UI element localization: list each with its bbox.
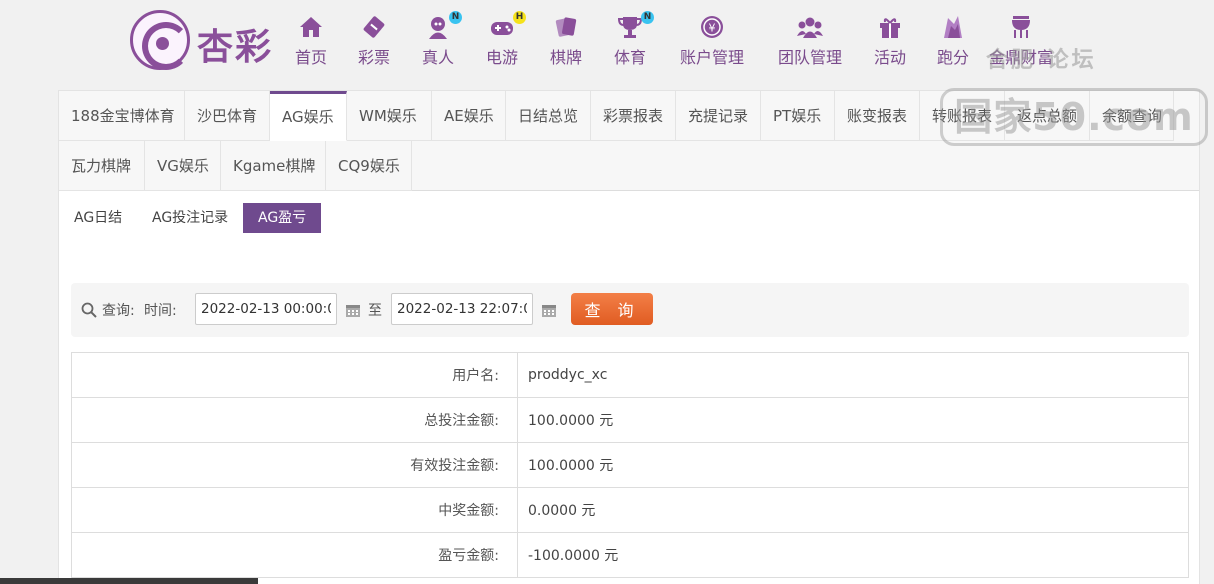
query-label: 查询: (102, 303, 135, 319)
nav-item-account[interactable]: ¥ 账户管理 (677, 12, 747, 70)
nav-item-jinding-wealth[interactable]: 金鼎财富 (987, 12, 1055, 70)
hot-badge: H (513, 11, 526, 24)
tab-transfer-report[interactable]: 转账报表 (920, 91, 1005, 141)
running-figure-icon (940, 14, 966, 40)
gift-icon (877, 14, 903, 40)
table-row: 总投注金额: 100.0000 元 (71, 397, 1189, 443)
new-badge: N (449, 11, 462, 24)
row-label: 有效投注金额: (71, 442, 518, 488)
calendar-icon[interactable] (345, 302, 361, 318)
nav-label: 金鼎财富 (988, 48, 1053, 67)
profit-loss-table: 用户名: proddyc_xc 总投注金额: 100.0000 元 有效投注金额… (71, 352, 1189, 578)
table-row: 盈亏金额: -100.0000 元 (71, 532, 1189, 578)
row-value: 0.0000 元 (517, 487, 1189, 533)
platform-tabs: 188金宝博体育 沙巴体育 AG娱乐 WM娱乐 AE娱乐 日结总览 彩票报表 充… (59, 91, 1199, 191)
nav-label: 体育 (613, 48, 646, 67)
nav-item-live[interactable]: N 真人 (421, 11, 462, 70)
tab-cq9-entertainment[interactable]: CQ9娱乐 (326, 141, 412, 191)
svg-text:¥: ¥ (709, 22, 716, 35)
trophy-icon: N (617, 11, 654, 40)
row-value: proddyc_xc (517, 352, 1189, 398)
taskbar-fragment (0, 578, 258, 584)
subtab-ag-bet-records[interactable]: AG投注记录 (149, 203, 231, 233)
row-label: 用户名: (71, 352, 518, 398)
table-row: 有效投注金额: 100.0000 元 (71, 442, 1189, 488)
row-value: -100.0000 元 (517, 532, 1189, 578)
cards-icon (553, 14, 579, 40)
nav-label: 电游 (485, 48, 518, 67)
search-icon (81, 302, 97, 318)
yen-coin-icon: ¥ (699, 14, 725, 40)
nav-label: 账户管理 (679, 48, 744, 67)
tab-saba-sports[interactable]: 沙巴体育 (185, 91, 270, 141)
table-row: 中奖金额: 0.0000 元 (71, 487, 1189, 533)
tripod-cauldron-icon (1008, 14, 1034, 40)
nav-item-promotions[interactable]: 活动 (873, 12, 907, 70)
subtab-ag-profit-loss[interactable]: AG盈亏 (243, 203, 322, 233)
tab-ag-entertainment[interactable]: AG娱乐 (270, 91, 347, 141)
site-logo[interactable]: 杏彩 (130, 10, 290, 70)
tab-rebate-total[interactable]: 返点总额 (1005, 91, 1090, 141)
logo-text: 杏彩 (197, 26, 274, 68)
new-badge: N (641, 11, 654, 24)
nav-label: 首页 (294, 48, 327, 67)
nav-item-sports[interactable]: N 体育 (613, 11, 654, 70)
row-value: 100.0000 元 (517, 442, 1189, 488)
to-label: 至 (368, 303, 382, 319)
nav-item-home[interactable]: 首页 (294, 12, 328, 70)
time-label: 时间: (144, 303, 177, 319)
tab-pt-entertainment[interactable]: PT娱乐 (761, 91, 835, 141)
logo-emblem-icon (130, 10, 190, 70)
team-icon (797, 14, 823, 40)
nav-label: 跑分 (936, 48, 969, 67)
tab-lottery-report[interactable]: 彩票报表 (591, 91, 676, 141)
tab-wm-entertainment[interactable]: WM娱乐 (347, 91, 432, 141)
row-value: 100.0000 元 (517, 397, 1189, 443)
nav-item-lottery[interactable]: 彩票 (357, 12, 391, 70)
start-date-input[interactable] (195, 293, 337, 325)
tab-wali-chess[interactable]: 瓦力棋牌 (59, 141, 145, 191)
report-panel: 188金宝博体育 沙巴体育 AG娱乐 WM娱乐 AE娱乐 日结总览 彩票报表 充… (58, 90, 1200, 584)
row-label: 中奖金额: (71, 487, 518, 533)
nav-label: 棋牌 (549, 48, 582, 67)
row-label: 盈亏金额: (71, 532, 518, 578)
live-dealer-icon: N (425, 11, 462, 40)
tab-ae-entertainment[interactable]: AE娱乐 (432, 91, 506, 141)
tab-kgame-chess[interactable]: Kgame棋牌 (221, 141, 326, 191)
query-button[interactable]: 查 询 (571, 293, 653, 325)
home-icon (298, 14, 324, 40)
tab-balance-query[interactable]: 余额查询 (1090, 91, 1174, 141)
gamepad-icon: H (489, 11, 526, 40)
row-label: 总投注金额: (71, 397, 518, 443)
tab-vg-entertainment[interactable]: VG娱乐 (145, 141, 221, 191)
nav-label: 真人 (421, 48, 454, 67)
tab-balance-change-report[interactable]: 账变报表 (835, 91, 920, 141)
lottery-ticket-icon (361, 14, 387, 40)
search-bar: 查询: 时间: 至 查 询 (71, 283, 1189, 337)
tab-188-jinbaobo-sports[interactable]: 188金宝博体育 (59, 91, 185, 141)
top-header: 杏彩 首页 彩票 N 真人 H 电游 棋牌 N 体育 ¥ 账户管理 团队管理 活… (0, 0, 1214, 90)
nav-item-egames[interactable]: H 电游 (485, 11, 526, 70)
table-row: 用户名: proddyc_xc (71, 352, 1189, 398)
tab-daily-overview[interactable]: 日结总览 (506, 91, 591, 141)
nav-item-team[interactable]: 团队管理 (776, 12, 844, 70)
nav-label: 团队管理 (777, 48, 842, 67)
end-date-input[interactable] (391, 293, 533, 325)
calendar-icon[interactable] (541, 302, 557, 318)
nav-label: 彩票 (357, 48, 390, 67)
nav-item-chess[interactable]: 棋牌 (549, 12, 583, 70)
nav-label: 活动 (873, 48, 906, 67)
subtab-ag-daily[interactable]: AG日结 (71, 203, 125, 233)
tab-deposit-withdraw-records[interactable]: 充提记录 (676, 91, 761, 141)
nav-item-running[interactable]: 跑分 (936, 12, 970, 70)
